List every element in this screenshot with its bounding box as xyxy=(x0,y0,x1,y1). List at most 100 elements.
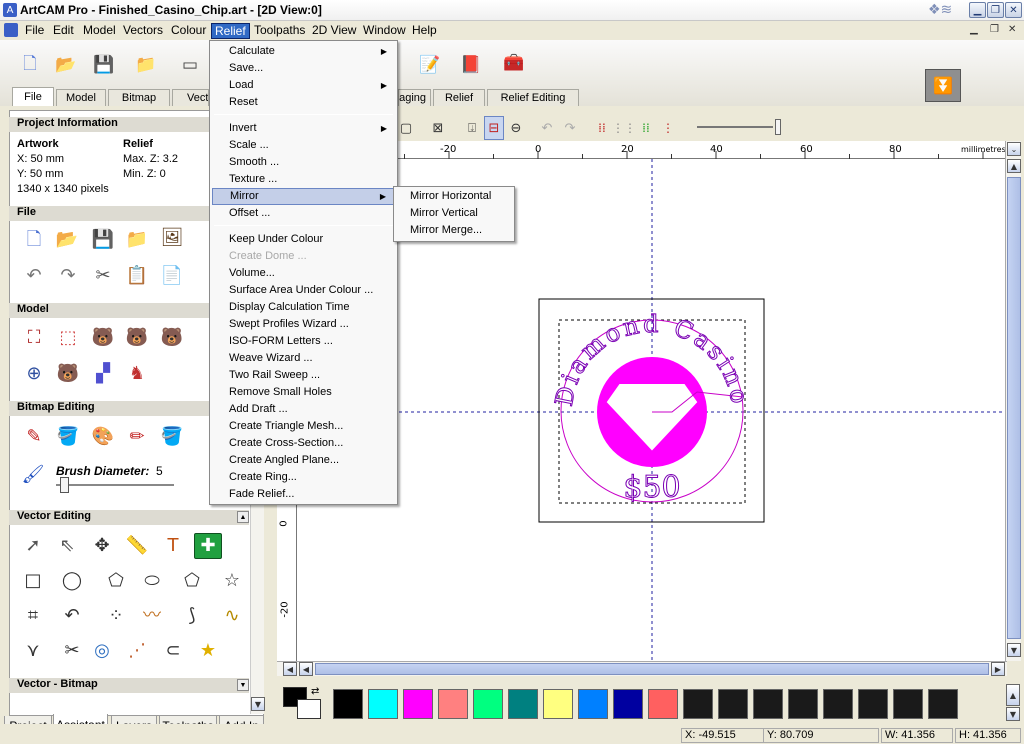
menu-2d-view[interactable]: 2D View xyxy=(309,23,359,39)
node-cluster-icon[interactable]: ⁘ xyxy=(102,603,130,629)
tab-relief-editing[interactable]: Relief Editing xyxy=(487,89,579,106)
menu-item-mirror-vertical[interactable]: Mirror Vertical xyxy=(396,205,513,222)
fillet-icon[interactable]: ⋎ xyxy=(19,638,47,664)
model-mirror-icon[interactable]: 🐻 xyxy=(158,325,186,351)
menu-item-add-draft[interactable]: Add Draft ... xyxy=(212,401,395,418)
colour-swatch[interactable] xyxy=(368,689,398,719)
collapse-up-icon[interactable]: ▲ xyxy=(237,511,249,523)
colour-swatch[interactable] xyxy=(578,689,608,719)
ruler-toggle-icon[interactable]: ⋮ xyxy=(658,116,678,140)
smooth-curve-icon[interactable]: ∿ xyxy=(218,603,246,629)
menu-file[interactable]: File xyxy=(22,23,47,39)
scroll-down-icon[interactable]: ▼ xyxy=(1007,643,1021,657)
scroll-left-icon[interactable]: ◀ xyxy=(283,662,297,676)
rectangle-icon[interactable]: □ xyxy=(19,568,47,594)
colour-swatch[interactable] xyxy=(683,689,713,719)
mona-lisa-icon[interactable]: 🖼 xyxy=(158,225,186,251)
snap-grid-icon[interactable]: ⋮⋮ xyxy=(612,116,636,140)
horizontal-scroll-thumb[interactable] xyxy=(315,663,989,675)
menu-vectors[interactable]: Vectors xyxy=(120,23,166,39)
polyline-icon[interactable]: ⬠ xyxy=(102,568,130,594)
tab-relief[interactable]: Relief xyxy=(433,89,485,106)
colour-swatch[interactable] xyxy=(823,689,853,719)
new-model-icon[interactable]: 🗋 xyxy=(20,227,48,253)
model-greyscale-icon[interactable]: 🐻 xyxy=(54,361,82,387)
cut-icon[interactable]: ✂ xyxy=(89,263,117,289)
menu-item-create-cross-section[interactable]: Create Cross-Section... xyxy=(212,435,395,452)
open-model-icon[interactable]: 📂 xyxy=(53,227,81,253)
select-rect-icon[interactable]: ▭ xyxy=(177,53,203,77)
tab-vector[interactable]: Vector xyxy=(172,89,209,106)
menu-edit[interactable]: Edit xyxy=(50,23,77,39)
menu-item-weave-wizard[interactable]: Weave Wizard ... xyxy=(212,350,395,367)
import-bitmap-icon[interactable]: 📁 xyxy=(123,227,151,253)
view-fit-icon[interactable]: ⊠ xyxy=(429,116,447,140)
copy-icon[interactable]: 📋 xyxy=(123,263,151,289)
colour-swatch[interactable] xyxy=(858,689,888,719)
menu-item-remove-small-holes[interactable]: Remove Small Holes xyxy=(212,384,395,401)
tab-bitmap[interactable]: Bitmap xyxy=(108,89,170,106)
ellipse-icon[interactable]: ⬭ xyxy=(138,568,166,594)
undo-view-icon[interactable]: ↶ xyxy=(537,116,557,140)
palette-scroll-down-icon[interactable]: ▼ xyxy=(1006,707,1020,721)
notepad-icon[interactable]: 📝 xyxy=(417,53,443,77)
grid-toggle-icon[interactable]: ⁞⁞ xyxy=(592,116,612,140)
align-left-icon[interactable]: ⍗ xyxy=(462,116,482,140)
book-icon[interactable]: 📕 xyxy=(458,53,484,77)
colour-swatch[interactable] xyxy=(893,689,923,719)
cylinder-icon[interactable]: ◎ xyxy=(88,638,116,664)
save-icon[interactable]: 💾 xyxy=(91,53,117,77)
draw-line-icon[interactable]: ✏ xyxy=(123,424,151,450)
fill-icon[interactable]: 🪣 xyxy=(158,424,186,450)
arc-icon[interactable]: ↶ xyxy=(58,603,86,629)
select-vector-icon[interactable]: ➚ xyxy=(19,533,47,559)
mdi-minimize-button[interactable]: ▁ xyxy=(970,24,978,35)
palette-icon[interactable]: 🎨 xyxy=(89,424,117,450)
menu-item-smooth[interactable]: Smooth ... xyxy=(212,154,395,171)
menu-toolpaths[interactable]: Toolpaths xyxy=(251,23,308,39)
undo-icon[interactable]: ↶ xyxy=(20,263,48,289)
transform-icon[interactable]: ✥ xyxy=(88,533,116,559)
menu-colour[interactable]: Colour xyxy=(168,23,209,39)
vertical-scroll-thumb[interactable] xyxy=(1007,177,1021,639)
menu-help[interactable]: Help xyxy=(409,23,440,39)
star-icon[interactable]: ☆ xyxy=(218,568,246,594)
model-rotate-icon[interactable]: ⊕ xyxy=(20,361,48,387)
scroll-right-icon[interactable]: ▶ xyxy=(991,662,1005,676)
arc-grid-icon[interactable]: ⌗ xyxy=(19,603,47,629)
tab-file[interactable]: File xyxy=(12,87,54,106)
model-size-icon[interactable]: ⛶ xyxy=(20,325,48,351)
tab-imaging[interactable]: Imaging xyxy=(398,89,431,106)
assistant-toggle-icon[interactable]: ⏬ xyxy=(925,69,961,102)
colour-swatch[interactable] xyxy=(333,689,363,719)
close-button[interactable]: ✕ xyxy=(1005,2,1022,18)
dotted-curve-icon[interactable]: ⋰ xyxy=(123,638,151,664)
horizontal-scrollbar[interactable]: ◀ ◀ ▶ xyxy=(277,661,1007,676)
offset-curve-icon[interactable]: ⊂ xyxy=(159,638,187,664)
node-edit-icon[interactable]: ⇖ xyxy=(53,533,81,559)
redo-view-icon[interactable]: ↷ xyxy=(560,116,580,140)
menu-item-mirror-horizontal[interactable]: Mirror Horizontal xyxy=(396,188,513,205)
colour-swatch[interactable] xyxy=(403,689,433,719)
view-box-icon[interactable]: ▢ xyxy=(397,116,415,140)
spline-icon[interactable]: 〰 xyxy=(138,603,166,629)
menu-model[interactable]: Model xyxy=(80,23,119,39)
redo-icon[interactable]: ↷ xyxy=(54,263,82,289)
menu-item-calculate[interactable]: Calculate ▶ xyxy=(212,43,395,60)
menu-item-reset[interactable]: Reset xyxy=(212,94,395,111)
menu-item-invert[interactable]: Invert ▶ xyxy=(212,120,395,137)
colour-swatch[interactable] xyxy=(928,689,958,719)
menu-item-mirror[interactable]: Mirror ▶ xyxy=(212,188,395,205)
paste-icon[interactable]: 📄 xyxy=(158,263,186,289)
open-bitmap-icon[interactable]: 📁 xyxy=(133,53,159,77)
scroll-menu-icon[interactable]: ⌄ xyxy=(1007,142,1021,156)
menu-item-fade-relief[interactable]: Fade Relief... xyxy=(212,486,395,503)
menu-item-surface-area-under-colour[interactable]: Surface Area Under Colour ... xyxy=(212,282,395,299)
model-blend-icon[interactable]: ▞ xyxy=(89,361,117,387)
paint-brush-icon[interactable]: ✎ xyxy=(20,424,48,450)
colour-swatch[interactable] xyxy=(438,689,468,719)
menu-item-scale[interactable]: Scale ... xyxy=(212,137,395,154)
colour-swatch[interactable] xyxy=(508,689,538,719)
open-folder-icon[interactable]: 📂 xyxy=(53,53,79,77)
model-resolution-icon[interactable]: ⬚ xyxy=(54,325,82,351)
